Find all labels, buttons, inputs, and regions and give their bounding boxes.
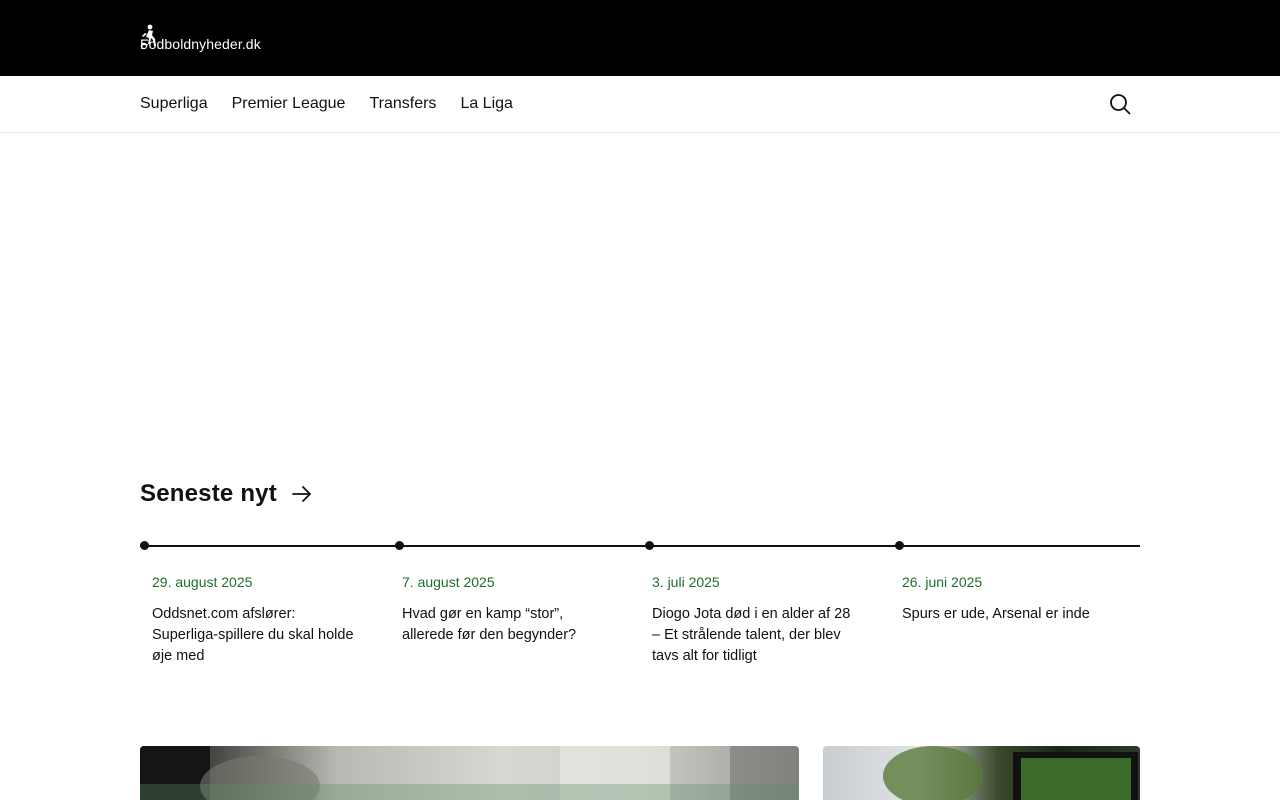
photo-placeholder [140, 746, 799, 800]
top-header: Fodboldnyheder.dk [0, 0, 1280, 76]
news-title-link[interactable]: Spurs er ude, Arsenal er inde [902, 604, 1112, 625]
nav-item-superliga[interactable]: Superliga [140, 95, 208, 113]
main-nav: Superliga Premier League Transfers La Li… [0, 76, 1280, 133]
site-logo[interactable]: Fodboldnyheder.dk [140, 24, 261, 52]
secondary-article-image[interactable] [823, 746, 1140, 800]
news-date: 26. juni 2025 [902, 574, 983, 590]
photo-placeholder [883, 746, 1138, 800]
news-item: 7. august 2025 Hvad gør en kamp “stor”, … [402, 574, 612, 646]
news-date: 29. august 2025 [152, 574, 253, 590]
search-icon[interactable] [1108, 92, 1132, 116]
news-date: 7. august 2025 [402, 574, 495, 590]
news-item: 29. august 2025 Oddsnet.com afslører: Su… [152, 574, 362, 667]
latest-news-heading[interactable]: Seneste nyt [140, 480, 313, 508]
ad-placeholder [140, 133, 1140, 453]
nav-item-la-liga[interactable]: La Liga [460, 95, 513, 113]
news-date: 3. juli 2025 [652, 574, 720, 590]
news-title-link[interactable]: Hvad gør en kamp “stor”, allerede før de… [402, 604, 612, 646]
nav-item-transfers[interactable]: Transfers [369, 95, 436, 113]
featured-article-image[interactable] [140, 746, 799, 800]
news-title-link[interactable]: Oddsnet.com afslører: Superliga-spillere… [152, 604, 362, 667]
nav-list: Superliga Premier League Transfers La Li… [140, 76, 513, 132]
timeline-dot [895, 541, 904, 550]
nav-item-premier-league[interactable]: Premier League [232, 95, 346, 113]
news-title-link[interactable]: Diogo Jota død i en alder af 28 – Et str… [652, 604, 862, 667]
site-name: Fodboldnyheder.dk [140, 35, 261, 52]
timeline-dot [645, 541, 654, 550]
news-item: 3. juli 2025 Diogo Jota død i en alder a… [652, 574, 862, 667]
section-title: Seneste nyt [140, 480, 277, 507]
timeline-dot [395, 541, 404, 550]
arrow-right-icon [292, 486, 311, 502]
timeline-line [140, 545, 1140, 547]
timeline-dot [140, 541, 149, 550]
news-item: 26. juni 2025 Spurs er ude, Arsenal er i… [902, 574, 1112, 625]
